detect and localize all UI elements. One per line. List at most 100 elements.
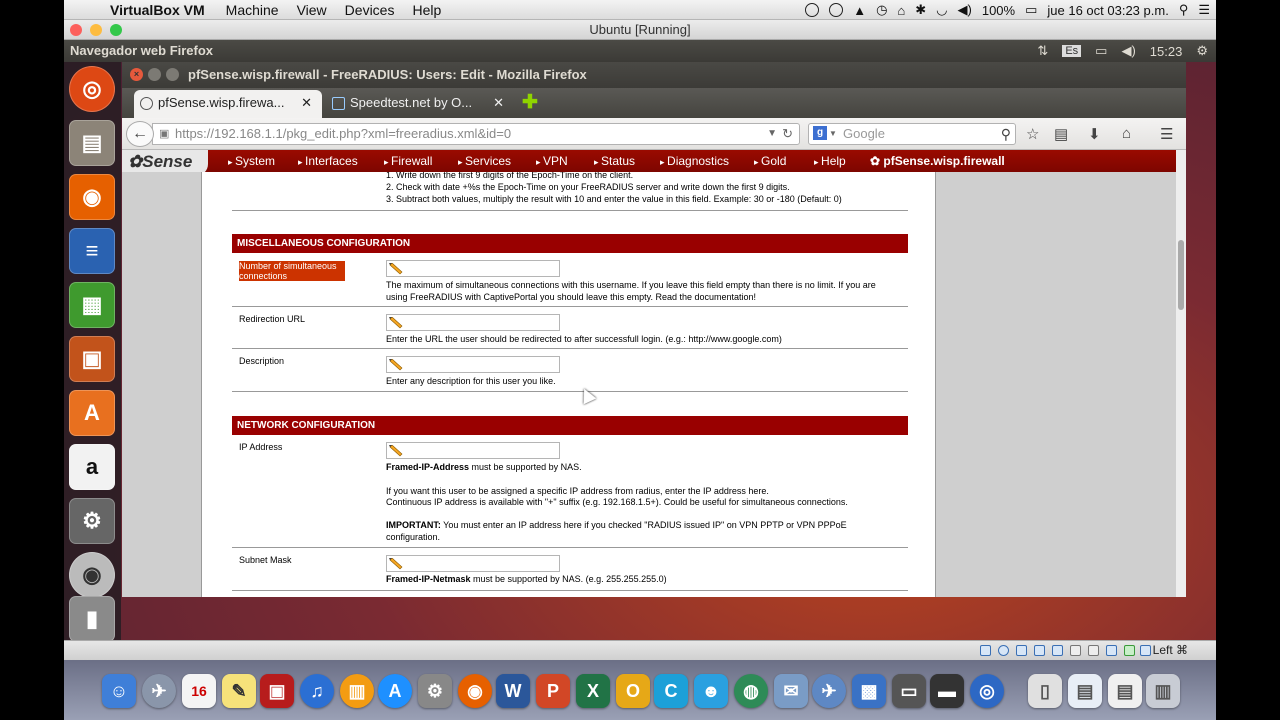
- launchpad-icon[interactable]: ✈: [142, 674, 176, 708]
- time-machine-icon[interactable]: ◷: [876, 2, 887, 18]
- mouse-integration-icon[interactable]: [1124, 645, 1135, 656]
- optical-drive-status-icon[interactable]: [998, 645, 1009, 656]
- messenger-icon[interactable]: ☻: [694, 674, 728, 708]
- tab-speedtest[interactable]: Speedtest.net by O... ✕: [326, 90, 514, 118]
- volume-indicator-icon[interactable]: ◀): [1121, 43, 1135, 59]
- calendar-icon[interactable]: 16: [182, 674, 216, 708]
- speaker-icon[interactable]: ◀): [958, 2, 972, 18]
- pf-menu-help[interactable]: Help: [814, 154, 846, 168]
- menubar-clock[interactable]: jue 16 oct 03:23 p.m.: [1047, 3, 1168, 18]
- menu-hamburger-icon[interactable]: ☰: [1160, 125, 1173, 143]
- shared-folders-status-icon[interactable]: [1052, 645, 1063, 656]
- bookmark-star-icon[interactable]: ☆: [1026, 125, 1039, 143]
- keyboard-layout-indicator[interactable]: Es: [1062, 45, 1082, 57]
- hard-disk-status-icon[interactable]: [980, 645, 991, 656]
- pf-menu-gold[interactable]: Gold: [754, 154, 786, 168]
- menu-view[interactable]: View: [288, 2, 336, 18]
- ff-maximize-button[interactable]: [166, 68, 179, 81]
- app-store-icon[interactable]: A: [378, 674, 412, 708]
- outlook-icon[interactable]: O: [616, 674, 650, 708]
- word-icon[interactable]: W: [496, 674, 530, 708]
- virtualbox-icon[interactable]: ▩: [852, 674, 886, 708]
- ibooks-icon[interactable]: ▥: [340, 674, 374, 708]
- subnet-mask-input[interactable]: [386, 555, 560, 572]
- session-gear-icon[interactable]: ⚙: [1196, 43, 1208, 59]
- powerpoint-icon[interactable]: P: [536, 674, 570, 708]
- volume-status-icon[interactable]: ⌂: [897, 3, 905, 18]
- trash-icon[interactable]: ▮: [69, 596, 115, 642]
- page-scrollbar[interactable]: [1176, 150, 1186, 597]
- virtualization-status-icon[interactable]: [1106, 645, 1117, 656]
- quicktime-icon[interactable]: ◎: [970, 674, 1004, 708]
- files-icon[interactable]: ▤: [69, 120, 115, 166]
- url-bar[interactable]: ▣ https://192.168.1.1/pkg_edit.php?xml=f…: [152, 123, 800, 145]
- communicator-icon[interactable]: C: [654, 674, 688, 708]
- system-preferences-icon[interactable]: ⚙: [418, 674, 452, 708]
- network-arrows-icon[interactable]: ⇅: [1037, 43, 1048, 59]
- ubuntu-clock[interactable]: 15:23: [1150, 44, 1183, 59]
- search-icon[interactable]: ⚲: [1001, 124, 1011, 144]
- pf-menu-vpn[interactable]: VPN: [536, 154, 568, 168]
- software-center-icon[interactable]: A: [69, 390, 115, 436]
- wifi-icon[interactable]: ◡: [936, 2, 947, 18]
- keyboard-capture-icon[interactable]: [1140, 645, 1151, 656]
- calc-icon[interactable]: ▦: [69, 282, 115, 328]
- engine-dropdown-icon[interactable]: ▼: [829, 124, 837, 144]
- tab-pfsense[interactable]: pfSense.wisp.firewa... ✕: [134, 90, 322, 118]
- ip-address-input[interactable]: [386, 442, 560, 459]
- pf-menu-system[interactable]: System: [228, 154, 275, 168]
- pf-menu-services[interactable]: Services: [458, 154, 511, 168]
- new-tab-plus-icon[interactable]: ✚: [522, 91, 538, 114]
- search-bar[interactable]: g ▼ Google ⚲: [808, 123, 1016, 145]
- capture-status-icon[interactable]: [1088, 645, 1099, 656]
- impress-icon[interactable]: ▣: [69, 336, 115, 382]
- system-settings-icon[interactable]: ⚙: [69, 498, 115, 544]
- spotlight-icon[interactable]: ⚲: [1179, 2, 1189, 18]
- record-icon[interactable]: [805, 3, 820, 17]
- excel-icon[interactable]: X: [576, 674, 610, 708]
- app-name-menu[interactable]: VirtualBox VM: [100, 2, 217, 18]
- tab-close-icon[interactable]: ✕: [301, 90, 312, 116]
- documents-stack-icon[interactable]: ▤: [1108, 674, 1142, 708]
- bluetooth-icon[interactable]: ✱: [915, 2, 926, 18]
- firefox-dock-icon[interactable]: ◉: [458, 674, 492, 708]
- description-input[interactable]: [386, 356, 560, 373]
- itunes-icon[interactable]: ♫: [300, 674, 334, 708]
- writer-icon[interactable]: ≡: [69, 228, 115, 274]
- close-window-button[interactable]: [70, 24, 82, 36]
- pf-menu-firewall[interactable]: Firewall: [384, 154, 432, 168]
- reload-icon[interactable]: ↻: [782, 124, 793, 144]
- battery-label[interactable]: 100%: [982, 3, 1015, 18]
- redirection-url-input[interactable]: [386, 314, 560, 331]
- notifications-icon[interactable]: ☰: [1198, 2, 1210, 18]
- network-status-icon[interactable]: [1034, 645, 1045, 656]
- terminal-icon[interactable]: ▭: [892, 674, 926, 708]
- menu-devices[interactable]: Devices: [336, 2, 404, 18]
- sync-icon[interactable]: [829, 3, 844, 17]
- pf-menu-interfaces[interactable]: Interfaces: [298, 154, 358, 168]
- url-dropdown-icon[interactable]: ▼: [767, 124, 777, 144]
- ff-close-button[interactable]: ×: [130, 68, 143, 81]
- bookmarks-list-icon[interactable]: ▤: [1054, 125, 1068, 143]
- drive-icon[interactable]: ▲: [853, 3, 866, 18]
- firefox-launcher-icon[interactable]: ◉: [69, 174, 115, 220]
- tab-close-icon[interactable]: ✕: [493, 90, 504, 116]
- pf-menu-diagnostics[interactable]: Diagnostics: [660, 154, 729, 168]
- remote-desktop-icon[interactable]: ✉: [774, 674, 808, 708]
- zoom-window-button[interactable]: [110, 24, 122, 36]
- battery-indicator-icon[interactable]: ▭: [1095, 43, 1107, 59]
- simultaneous-connections-input[interactable]: [386, 260, 560, 277]
- display-status-icon[interactable]: [1070, 645, 1081, 656]
- stickies-icon[interactable]: ✎: [222, 674, 256, 708]
- dash-home-icon[interactable]: ◎: [69, 66, 115, 112]
- dvd-icon[interactable]: ◉: [69, 552, 115, 598]
- photo-booth-icon[interactable]: ▣: [260, 674, 294, 708]
- console-icon[interactable]: ▬: [930, 674, 964, 708]
- scrollbar-thumb[interactable]: [1178, 240, 1184, 310]
- google-engine-icon[interactable]: g: [813, 126, 827, 140]
- downloads-icon[interactable]: ⬇: [1088, 125, 1101, 143]
- amazon-icon[interactable]: a: [69, 444, 115, 490]
- back-button[interactable]: ←: [126, 121, 154, 147]
- minimize-window-button[interactable]: [90, 24, 102, 36]
- mail-icon[interactable]: ✈: [812, 674, 846, 708]
